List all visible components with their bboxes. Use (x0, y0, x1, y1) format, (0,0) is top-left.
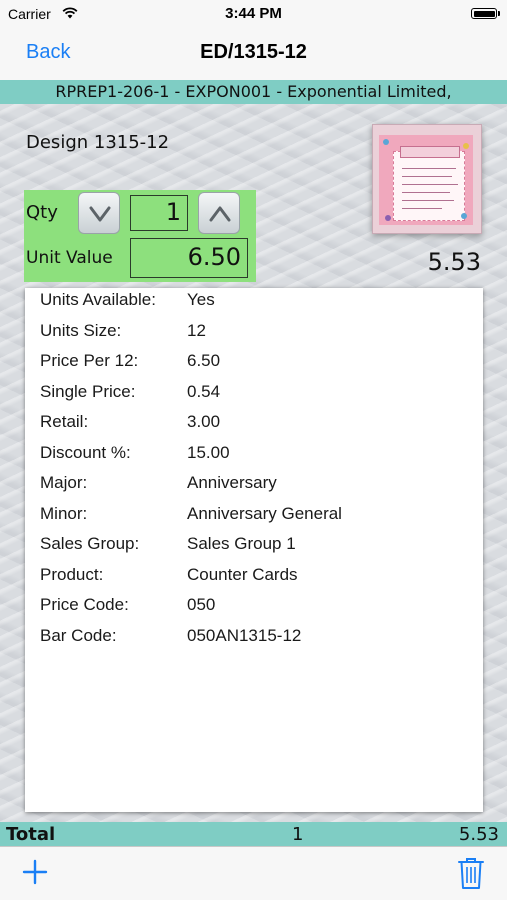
quantity-field[interactable]: 1 (130, 195, 188, 231)
detail-label: Units Size: (40, 321, 122, 340)
detail-label: Sales Group: (40, 534, 140, 553)
detail-label: Major: (40, 473, 88, 492)
detail-value: Counter Cards (187, 565, 298, 584)
detail-label: Bar Code: (40, 626, 117, 645)
total-quantity: 1 (292, 824, 304, 845)
chevron-up-icon (209, 206, 231, 222)
detail-value: 15.00 (187, 443, 230, 462)
qty-label: Qty (26, 202, 58, 223)
battery-icon (471, 8, 500, 19)
decrement-button[interactable] (78, 192, 120, 234)
total-label: Total (6, 824, 56, 845)
detail-label: Units Available: (40, 290, 156, 309)
product-image[interactable] (372, 124, 482, 234)
bottom-toolbar (0, 846, 507, 900)
detail-value: 3.00 (187, 412, 221, 431)
unit-value-label: Unit Value (26, 248, 113, 268)
increment-button[interactable] (198, 192, 240, 234)
clock: 3:44 PM (225, 5, 282, 22)
product-details: Units Available: Yes Units Size: 12 Pric… (25, 288, 483, 812)
plus-icon[interactable] (22, 859, 48, 885)
detail-value: Anniversary (187, 473, 277, 492)
navigation-bar: Back ED/1315-12 (0, 28, 507, 80)
trash-icon[interactable] (457, 856, 485, 890)
detail-value: Yes (187, 290, 215, 309)
detail-label: Price Per 12: (40, 351, 139, 370)
page-title: ED/1315-12 (200, 41, 307, 63)
detail-value: Sales Group 1 (187, 534, 296, 553)
detail-label: Discount %: (40, 443, 131, 462)
detail-value: 050 (187, 595, 216, 614)
detail-label: Minor: (40, 504, 88, 523)
detail-value: Anniversary General (187, 504, 342, 523)
detail-label: Retail: (40, 412, 89, 431)
detail-label: Product: (40, 565, 104, 584)
quantity-panel: Qty 1 Unit Value 6.50 (24, 190, 256, 282)
unit-value-field[interactable]: 6.50 (130, 238, 248, 278)
detail-label: Single Price: (40, 382, 136, 401)
detail-value: 12 (187, 321, 206, 340)
design-label: Design 1315-12 (26, 132, 170, 153)
line-total: 5.53 (427, 248, 481, 276)
total-amount: 5.53 (458, 824, 499, 845)
detail-value: 6.50 (187, 351, 221, 370)
customer-header: RPREP1-206-1 - EXPON001 - Exponential Li… (0, 80, 507, 104)
status-bar: Carrier 3:44 PM (0, 0, 507, 28)
detail-value: 0.54 (187, 382, 221, 401)
chevron-down-icon (89, 206, 111, 222)
detail-label: Price Code: (40, 595, 129, 614)
detail-value: 050AN1315-12 (187, 626, 302, 645)
totals-bar: Total 1 5.53 (0, 822, 507, 846)
